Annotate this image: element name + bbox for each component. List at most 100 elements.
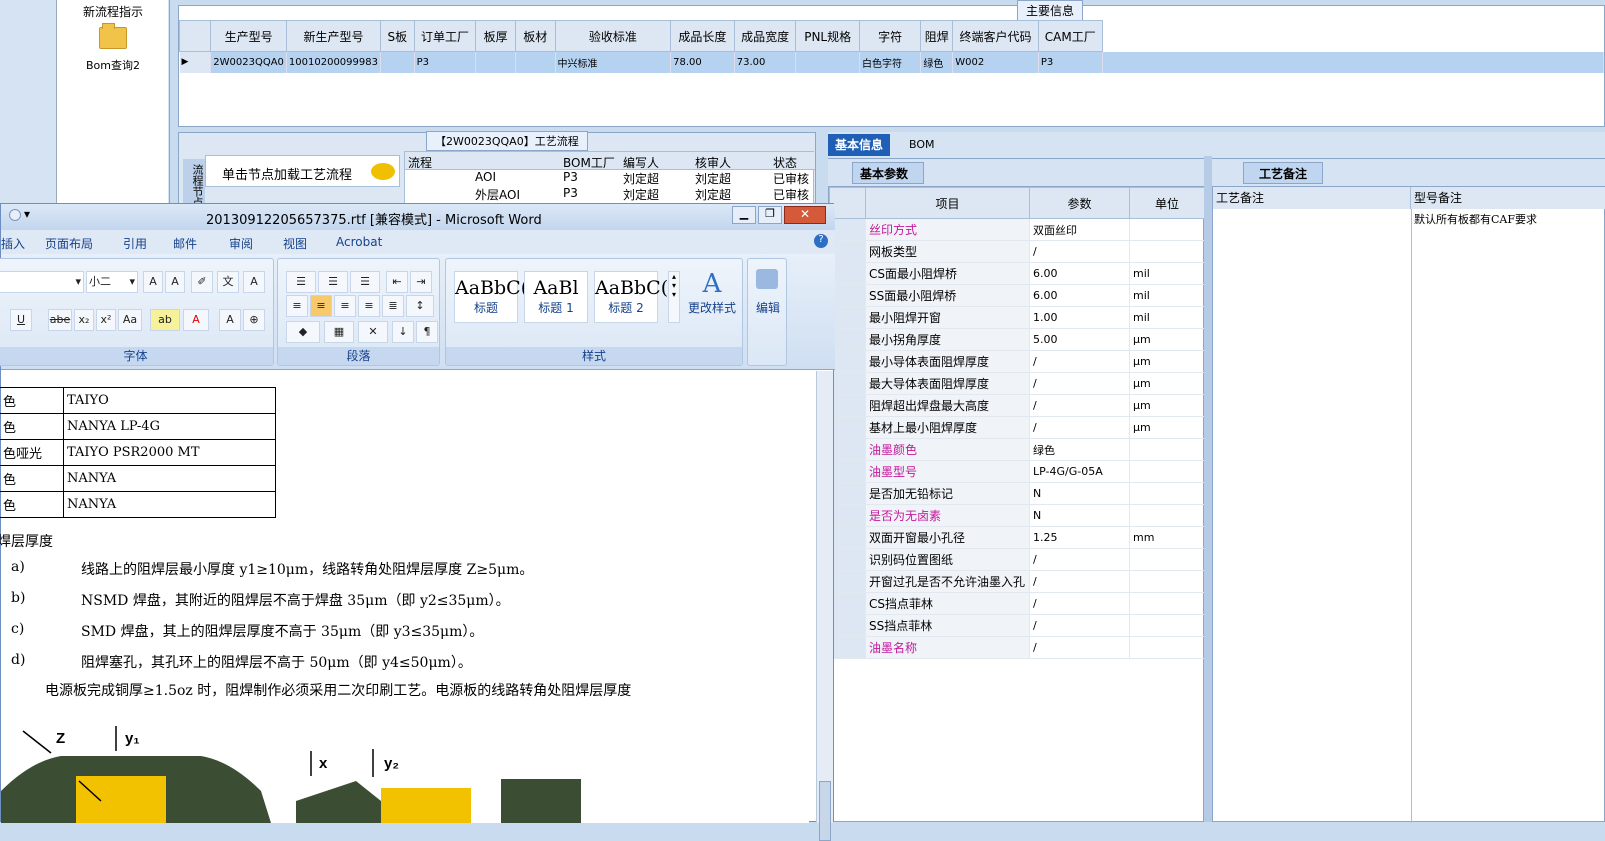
scroll-thumb[interactable]: [819, 781, 831, 841]
param-row[interactable]: 阻焊超出焊盘最大高度 / μm: [829, 394, 1205, 417]
param-row[interactable]: 双面开窗最小孔径 1.25 mm: [829, 526, 1205, 549]
param-value[interactable]: 双面丝印: [1029, 218, 1130, 241]
param-row[interactable]: 最小拐角厚度 5.00 μm: [829, 328, 1205, 351]
font-size-select[interactable]: 小二 ▾: [86, 271, 138, 293]
param-row[interactable]: 最小阻焊开窗 1.00 mil: [829, 306, 1205, 329]
enclose-char-icon[interactable]: ⊕: [243, 309, 265, 331]
phonetic-icon[interactable]: 文: [217, 271, 239, 293]
param-row[interactable]: SS面最小阻焊桥 6.00 mil: [829, 284, 1205, 307]
increase-indent-icon[interactable]: ⇥: [410, 271, 432, 293]
param-value[interactable]: /: [1029, 614, 1130, 637]
grid-cell[interactable]: P3: [414, 51, 477, 73]
strikethrough-icon[interactable]: abe: [48, 309, 72, 331]
sort-icon[interactable]: ↓: [392, 321, 414, 343]
flow-col-header[interactable]: 核审人: [695, 154, 731, 171]
col-header[interactable]: S板: [379, 20, 415, 52]
style-gallery-item[interactable]: AaBbC(标题 2: [594, 271, 668, 323]
shrink-font-icon[interactable]: A: [165, 271, 185, 293]
distribute-icon[interactable]: ≣: [382, 295, 404, 317]
param-row-header[interactable]: [829, 416, 866, 439]
param-value[interactable]: LP-4G/G-05A: [1029, 460, 1130, 483]
param-row-header[interactable]: [829, 394, 866, 417]
param-row[interactable]: 油墨颜色 绿色: [829, 438, 1205, 461]
line-spacing-icon[interactable]: ↕: [406, 295, 434, 317]
underline-icon[interactable]: U: [10, 309, 32, 331]
editing-button[interactable]: 编辑: [748, 299, 788, 316]
borders-icon[interactable]: ▦: [324, 321, 354, 343]
numbering-icon[interactable]: ☰: [318, 271, 348, 293]
param-value[interactable]: /: [1029, 592, 1130, 615]
styles-scroll[interactable]: ▴ ▾ ▾: [668, 271, 680, 323]
col-header[interactable]: 板厚: [475, 20, 516, 52]
justify-icon[interactable]: ≡: [358, 295, 380, 317]
param-value[interactable]: 1.00: [1029, 306, 1130, 329]
splitter[interactable]: [1204, 156, 1212, 822]
tab-basic-params[interactable]: 基本参数: [852, 162, 924, 184]
minimize-button[interactable]: ▁: [732, 206, 756, 224]
binoculars-icon[interactable]: [756, 269, 778, 289]
grid-cell[interactable]: 2W0023QQA0: [210, 51, 287, 73]
asian-layout-icon[interactable]: ✕: [358, 321, 388, 343]
flow-col-header[interactable]: 状态: [773, 154, 797, 171]
char-border-icon[interactable]: A: [243, 271, 265, 293]
param-row[interactable]: 识别码位置图纸 /: [829, 548, 1205, 571]
grow-font-icon[interactable]: A: [143, 271, 163, 293]
param-row-header[interactable]: [829, 504, 866, 527]
grid-cell[interactable]: 白色字符: [859, 51, 922, 73]
param-row[interactable]: 丝印方式 双面丝印: [829, 218, 1205, 241]
nav-item-new-flow[interactable]: 新流程指示: [57, 3, 169, 20]
font-color-icon[interactable]: A: [183, 309, 209, 331]
col-header[interactable]: 字符: [858, 20, 922, 52]
col-header[interactable]: CAM工厂: [1037, 20, 1103, 52]
ribbon-tab[interactable]: 页面布局: [45, 235, 93, 252]
shading-icon[interactable]: ◆: [286, 321, 320, 343]
grid-cell[interactable]: [475, 51, 516, 73]
change-styles-button[interactable]: A 更改样式: [684, 269, 740, 316]
tab-basic-info[interactable]: 基本信息: [828, 134, 891, 156]
param-row[interactable]: 油墨型号 LP-4G/G-05A: [829, 460, 1205, 483]
tab-process-notes[interactable]: 工艺备注: [1243, 162, 1323, 184]
row-selector-icon[interactable]: ▶: [179, 51, 212, 73]
col-header[interactable]: 阻焊: [920, 20, 954, 52]
quick-access-icon[interactable]: ▾: [24, 207, 30, 221]
folder-icon[interactable]: [99, 23, 127, 49]
col-header[interactable]: 订单工厂: [413, 20, 477, 52]
ribbon-tab[interactable]: 引用: [123, 235, 147, 252]
param-value[interactable]: N: [1029, 504, 1130, 527]
decrease-indent-icon[interactable]: ⇤: [386, 271, 408, 293]
multilevel-list-icon[interactable]: ☰: [350, 271, 380, 293]
col-header[interactable]: 成品宽度: [733, 20, 797, 52]
param-row-header[interactable]: [829, 548, 866, 571]
flow-row[interactable]: 外层AOI P3 刘定超 刘定超 已审核: [405, 186, 815, 202]
param-value[interactable]: /: [1029, 570, 1130, 593]
param-value[interactable]: /: [1029, 636, 1130, 659]
ribbon-tab[interactable]: 插入: [1, 235, 25, 252]
grid-cell[interactable]: P3: [1038, 51, 1103, 73]
style-gallery-item[interactable]: AaBbC(标题: [454, 271, 528, 323]
align-left-icon[interactable]: ≡: [286, 295, 308, 317]
param-row-header[interactable]: [829, 592, 866, 615]
col-header[interactable]: 板材: [514, 20, 556, 52]
param-row[interactable]: CS挡点菲林 /: [829, 592, 1205, 615]
grid-cell[interactable]: W002: [952, 51, 1039, 73]
grid-cell[interactable]: 绿色: [920, 51, 954, 73]
col-header[interactable]: PNL规格: [795, 20, 860, 52]
vertical-scrollbar[interactable]: [816, 371, 833, 841]
col-header[interactable]: 验收标准: [554, 20, 672, 52]
param-row[interactable]: 网板类型 /: [829, 240, 1205, 263]
col-header[interactable]: 生产型号: [210, 20, 287, 52]
font-name-select[interactable]: ▾: [0, 271, 84, 293]
param-row[interactable]: 是否加无铅标记 N: [829, 482, 1205, 505]
param-row[interactable]: 最小导体表面阻焊厚度 / μm: [829, 350, 1205, 373]
param-row-header[interactable]: [829, 614, 866, 637]
flow-col-header[interactable]: 编写人: [623, 154, 659, 171]
grid-cell[interactable]: [515, 51, 556, 73]
load-flow-button[interactable]: 单击节点加载工艺流程: [205, 155, 400, 187]
superscript-icon[interactable]: x²: [96, 309, 116, 331]
show-marks-icon[interactable]: ¶: [416, 321, 438, 343]
close-button[interactable]: ✕: [784, 206, 826, 224]
char-shading-icon[interactable]: A: [219, 309, 241, 331]
grid-cell[interactable]: [795, 51, 860, 73]
grid-cell[interactable]: 10010200099983: [286, 51, 381, 73]
grid-cell[interactable]: 78.00: [670, 51, 735, 73]
